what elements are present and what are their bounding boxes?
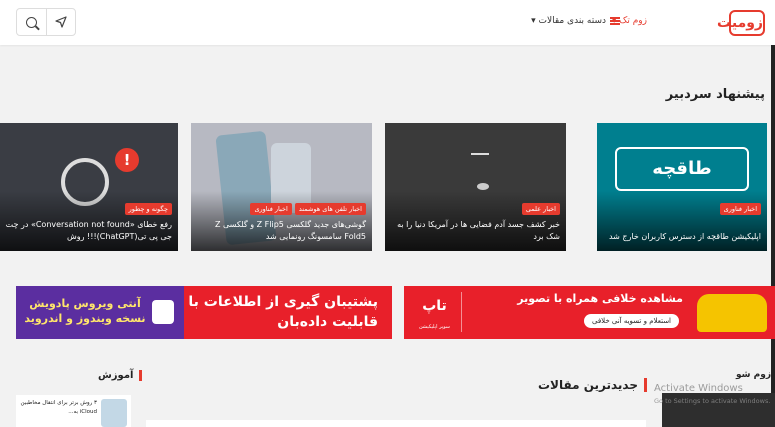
search-icon — [25, 16, 37, 28]
header-tools — [16, 8, 76, 36]
top-navbar: زومیت زوم تک ▾ دسته بندی مقالات ▾ — [0, 0, 775, 45]
search-button[interactable] — [17, 9, 46, 35]
editor-card-samsung[interactable]: اخبار تلفن های هوشمند اخبار فناوری گوشی‌… — [191, 123, 372, 251]
learning-thumbnail — [101, 399, 127, 427]
latest-articles-title: جدیدترین مقالات — [538, 378, 647, 392]
send-icon — [55, 16, 67, 28]
taghche-logo: طاقچه — [615, 147, 749, 191]
card-category-badge[interactable]: اخبار فناوری — [719, 203, 761, 215]
send-button[interactable] — [45, 9, 76, 35]
card-category-badge[interactable]: اخبار فناوری — [250, 203, 292, 215]
ad-violet-text: آنتی ویروس پادویش نسخه ویندوز و اندروید — [24, 297, 146, 325]
card-title[interactable]: اپلیکیشن طاقچه از دسترس کاربران خارج شد — [603, 231, 761, 243]
watermark-line2: Go to Settings to activate Windows. — [654, 397, 771, 405]
ad-main-text: پشتیبان گیری از اطلاعات با قابلیت داده‌ب… — [188, 294, 378, 330]
ad-banner-tap[interactable]: مشاهده خلافی همراه با تصویر استعلام و تس… — [404, 286, 775, 339]
learning-title: آموزش — [98, 370, 143, 381]
ufo-image — [471, 153, 489, 155]
editor-pick-title: پیشنهاد سردبیر — [665, 87, 765, 102]
zoom-show-title: زوم شو — [736, 370, 771, 380]
nav-categories-label: دسته بندی مقالات ▾ — [531, 16, 606, 26]
site-logo[interactable]: زومیت — [717, 10, 765, 36]
editor-card-ufo[interactable]: اخبار علمی خبر کشف جسد آدم فضایی ها در آ… — [385, 123, 566, 251]
card-category-badge[interactable]: چگونه و چطور — [124, 203, 172, 215]
tap-logo: تاپ سوپر اپلیکیشن — [408, 292, 462, 332]
shield-icon — [152, 300, 174, 324]
tap-logo-text: تاپ — [422, 298, 447, 314]
menu-icon — [610, 17, 620, 25]
nav-categories[interactable]: دسته بندی مقالات ▾ — [531, 16, 620, 26]
ad-banner-padvish[interactable]: آنتی ویروس پادویش نسخه ویندوز و اندروید … — [16, 286, 392, 339]
ad-pill: استعلام و تسویه آنی خلافی — [583, 314, 679, 328]
warning-icon: ! — [115, 148, 139, 172]
card-title[interactable]: رفع خطای «Conversation not found» در چت … — [3, 219, 172, 243]
latest-articles-panel — [146, 420, 646, 427]
editor-card-chatgpt[interactable]: ! چگونه و چطور رفع خطای «Conversation no… — [0, 123, 178, 251]
learning-list-item[interactable]: ۳ روش برتر برای انتقال مخاطبین iCloud به… — [16, 395, 131, 427]
car-image — [697, 294, 767, 332]
card-category-badge[interactable]: اخبار علمی — [521, 203, 560, 215]
editor-card-taghche[interactable]: طاقچه اخبار فناوری اپلیکیشن طاقچه از دست… — [597, 123, 767, 251]
card-category-badge[interactable]: اخبار تلفن های هوشمند — [294, 203, 366, 215]
ufo-image — [477, 183, 489, 190]
windows-activation-watermark: Activate Windows Go to Settings to activ… — [654, 383, 770, 407]
scroll-edge — [771, 45, 775, 427]
card-title[interactable]: خبر کشف جسد آدم فضایی ها در آمریکا دنیا … — [391, 219, 560, 243]
watermark-line1: Activate Windows — [654, 383, 743, 394]
tap-logo-sub: سوپر اپلیکیشن — [419, 324, 450, 330]
learning-item-title[interactable]: ۳ روش برتر برای انتقال مخاطبین iCloud به… — [18, 399, 98, 417]
card-category-badges: اخبار تلفن های هوشمند اخبار فناوری — [250, 203, 366, 215]
ad-headline: مشاهده خلافی همراه با تصویر — [517, 292, 683, 305]
card-title[interactable]: گوشی‌های جدید گلکسی Z Flip5 و گلکسی Z Fo… — [197, 219, 366, 243]
